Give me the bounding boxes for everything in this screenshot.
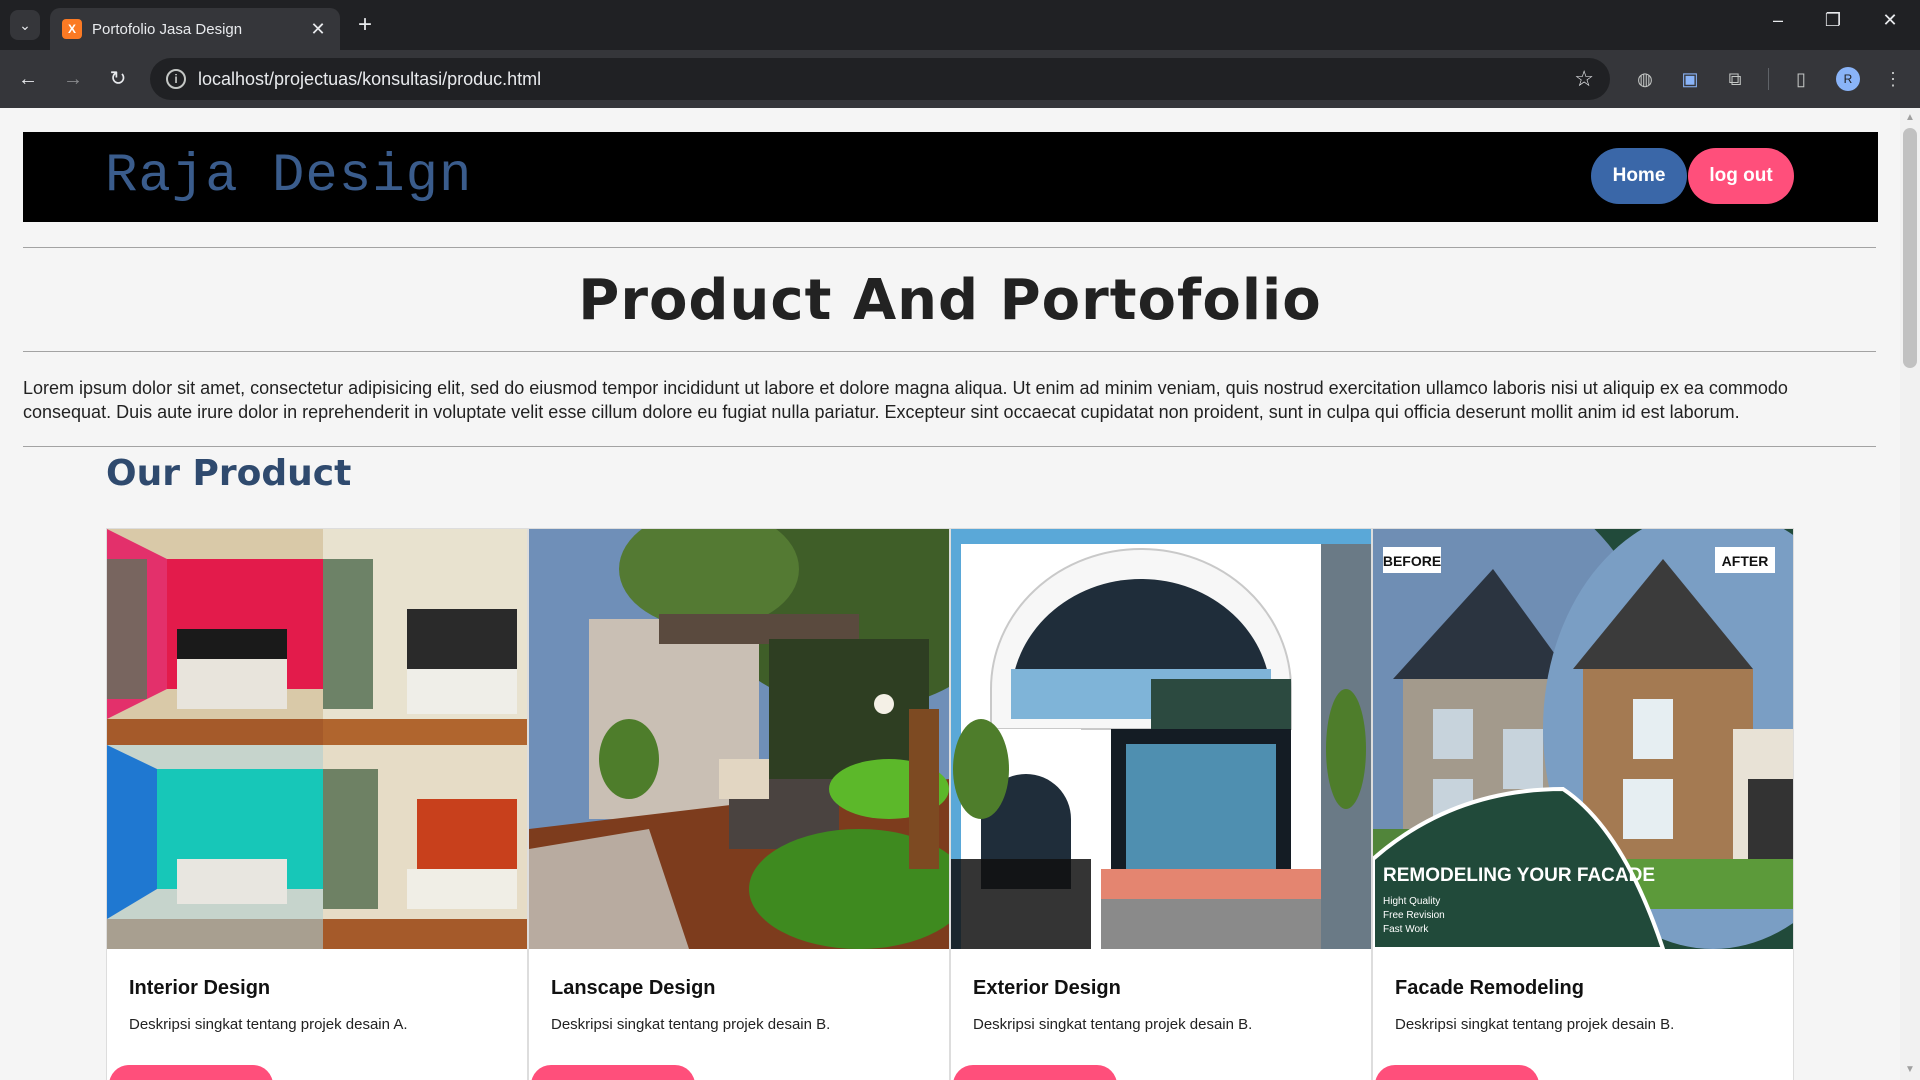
interior-design-image: [107, 529, 527, 949]
reload-icon[interactable]: ↻: [104, 65, 132, 93]
site-logo: Raja Design: [105, 146, 473, 207]
browser-tab[interactable]: X Portofolio Jasa Design ✕: [50, 8, 340, 50]
product-card-landscape[interactable]: Lanscape Design Deskripsi singkat tentan…: [528, 528, 950, 1080]
browser-toolbar: ← → ↻ i localhost/projectuas/konsultasi/…: [0, 50, 1920, 108]
product-name: Exterior Design: [973, 977, 1121, 999]
new-tab-button[interactable]: +: [352, 12, 378, 38]
tab-title: Portofolio Jasa Design: [92, 20, 243, 38]
divider: [23, 351, 1876, 352]
site-info-icon[interactable]: i: [166, 69, 186, 89]
product-description: Deskripsi singkat tentang projek desain …: [1395, 1016, 1675, 1033]
product-description: Deskripsi singkat tentang projek desain …: [129, 1016, 408, 1033]
toolbar-separator: [1768, 68, 1769, 90]
product-description: Deskripsi singkat tentang projek desain …: [551, 1016, 831, 1033]
facade-remodeling-image: BEFORE AFTER REMODELING YOUR FACADE High…: [1373, 529, 1793, 949]
facade-bullet: Hight Quality: [1383, 896, 1440, 907]
intro-paragraph: Lorem ipsum dolor sit amet, consectetur …: [23, 378, 1788, 422]
before-label: BEFORE: [1383, 553, 1441, 569]
close-window-icon[interactable]: ✕: [1870, 10, 1910, 31]
bookmark-star-icon[interactable]: ☆: [1574, 66, 1594, 92]
address-bar[interactable]: i localhost/projectuas/konsultasi/produc…: [150, 58, 1610, 100]
divider: [23, 247, 1876, 248]
landscape-design-image: [529, 529, 949, 949]
restore-icon[interactable]: ❐: [1813, 10, 1853, 31]
product-detail-button[interactable]: [531, 1065, 695, 1080]
scroll-up-icon[interactable]: ▲: [1903, 112, 1917, 123]
product-detail-button[interactable]: [953, 1065, 1117, 1080]
facade-bullet: Free Revision: [1383, 910, 1445, 921]
xampp-favicon-icon: X: [62, 19, 82, 39]
page-viewport: Raja Design Home log out Product And Por…: [0, 108, 1900, 1080]
facade-bullet: Fast Work: [1383, 924, 1429, 935]
facade-headline: REMODELING YOUR FACADE: [1383, 865, 1655, 886]
product-name: Lanscape Design: [551, 977, 716, 999]
back-icon[interactable]: ←: [14, 65, 42, 93]
divider: [23, 446, 1876, 447]
scroll-down-icon[interactable]: ▼: [1903, 1064, 1917, 1075]
forward-icon[interactable]: →: [59, 65, 87, 93]
section-title: Our Product: [106, 453, 352, 494]
tab-close-icon[interactable]: ✕: [308, 19, 328, 40]
profile-avatar[interactable]: R: [1836, 67, 1860, 91]
scrollbar-thumb[interactable]: [1903, 128, 1917, 368]
home-button[interactable]: Home: [1591, 148, 1687, 204]
product-card-exterior[interactable]: Exterior Design Deskripsi singkat tentan…: [950, 528, 1372, 1080]
logout-button[interactable]: log out: [1688, 148, 1794, 204]
product-card-interior[interactable]: Interior Design Deskripsi singkat tentan…: [106, 528, 528, 1080]
menu-kebab-icon[interactable]: ⋮: [1880, 66, 1906, 92]
google-translate-icon[interactable]: ▣: [1677, 66, 1703, 92]
browser-tab-bar: ⌄ X Portofolio Jasa Design ✕ + – ❐ ✕: [0, 0, 1920, 50]
exterior-design-image: [951, 529, 1371, 949]
product-detail-button[interactable]: [109, 1065, 273, 1080]
product-detail-button[interactable]: [1375, 1065, 1539, 1080]
translate-globe-icon[interactable]: ◍: [1632, 66, 1658, 92]
tab-search-button[interactable]: ⌄: [10, 10, 40, 40]
minimize-icon[interactable]: –: [1758, 10, 1798, 31]
product-name: Interior Design: [129, 977, 271, 999]
after-label: AFTER: [1722, 553, 1769, 569]
site-header: Raja Design Home log out: [23, 132, 1878, 222]
product-description: Deskripsi singkat tentang projek desain …: [973, 1016, 1253, 1033]
side-panel-icon[interactable]: ▯: [1788, 66, 1814, 92]
page-title: Product And Portofolio: [578, 268, 1322, 333]
product-cards: Interior Design Deskripsi singkat tentan…: [106, 528, 1794, 1080]
extensions-icon[interactable]: ⧉: [1722, 66, 1748, 92]
product-card-facade[interactable]: BEFORE AFTER REMODELING YOUR FACADE High…: [1372, 528, 1794, 1080]
url-text[interactable]: localhost/projectuas/konsultasi/produc.h…: [198, 69, 1574, 90]
product-name: Facade Remodeling: [1395, 977, 1584, 999]
